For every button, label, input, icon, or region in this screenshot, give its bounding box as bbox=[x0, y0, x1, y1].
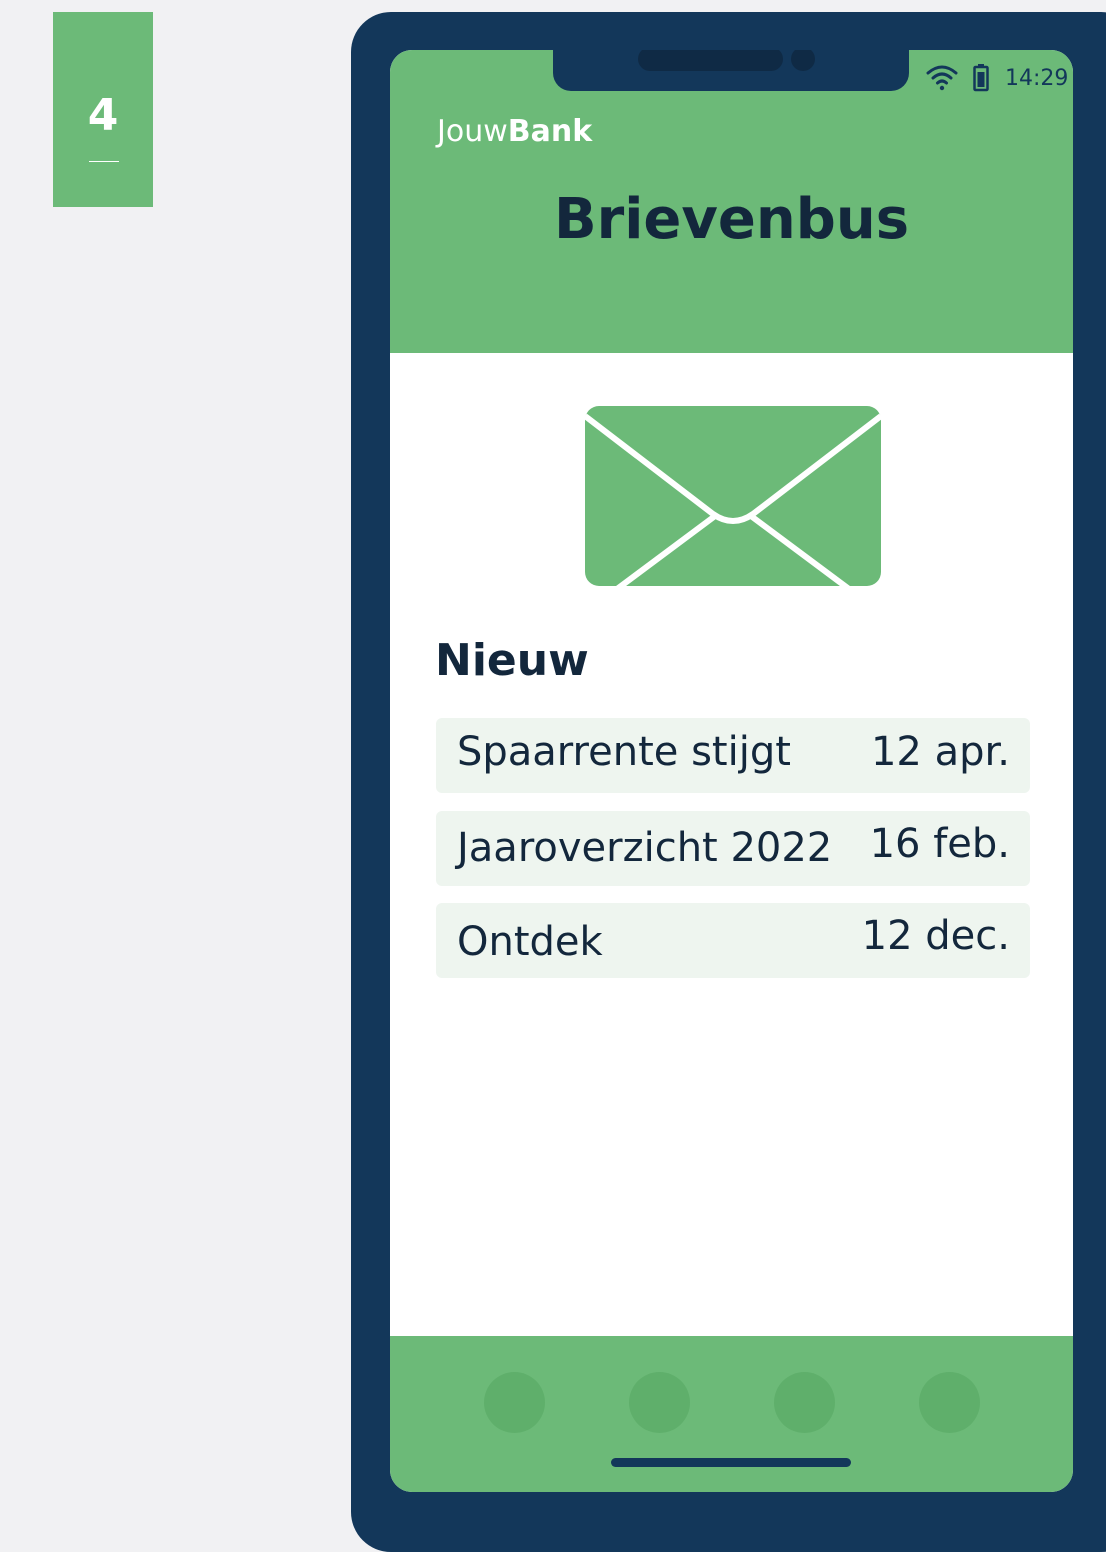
home-indicator[interactable] bbox=[611, 1458, 851, 1467]
step-badge: 4 bbox=[53, 12, 153, 207]
page-title: Brievenbus bbox=[553, 187, 910, 252]
wifi-icon bbox=[926, 65, 958, 91]
brand-name-light: Jouw bbox=[437, 114, 508, 149]
brand-name-bold: Bank bbox=[507, 114, 593, 149]
speaker-grille bbox=[638, 50, 783, 71]
phone-notch bbox=[553, 50, 909, 91]
app-logo: JouwBank bbox=[437, 114, 592, 149]
section-title-new: Nieuw bbox=[435, 635, 589, 686]
mail-item-annual-overview[interactable]: Jaaroverzicht 2022 16 feb. bbox=[436, 811, 1030, 886]
step-number: 4 bbox=[87, 90, 119, 141]
envelope-icon bbox=[585, 406, 881, 586]
status-time: 14:29 bbox=[1005, 66, 1069, 91]
mail-date: 16 feb. bbox=[869, 821, 1010, 867]
mail-date: 12 apr. bbox=[870, 729, 1010, 775]
mail-date: 12 dec. bbox=[861, 913, 1010, 959]
nav-button-4[interactable] bbox=[919, 1372, 980, 1433]
app-header: 14:29 JouwBank Brievenbus bbox=[390, 50, 1073, 353]
mail-item-discover[interactable]: Ontdek 12 dec. bbox=[436, 903, 1030, 978]
mail-subject: Jaaroverzicht 2022 bbox=[457, 825, 833, 871]
bottom-navigation bbox=[390, 1336, 1073, 1492]
phone-screen: 14:29 JouwBank Brievenbus Nieuw Spaarren… bbox=[390, 50, 1073, 1492]
battery-icon bbox=[973, 64, 989, 92]
nav-button-3[interactable] bbox=[774, 1372, 835, 1433]
step-divider bbox=[89, 161, 119, 162]
mail-subject: Ontdek bbox=[457, 919, 603, 965]
mail-item-savings-rate[interactable]: Spaarrente stijgt 12 apr. bbox=[436, 718, 1030, 793]
nav-button-1[interactable] bbox=[484, 1372, 545, 1433]
front-camera bbox=[791, 50, 815, 71]
mail-subject: Spaarrente stijgt bbox=[457, 729, 791, 775]
nav-button-2[interactable] bbox=[629, 1372, 690, 1433]
